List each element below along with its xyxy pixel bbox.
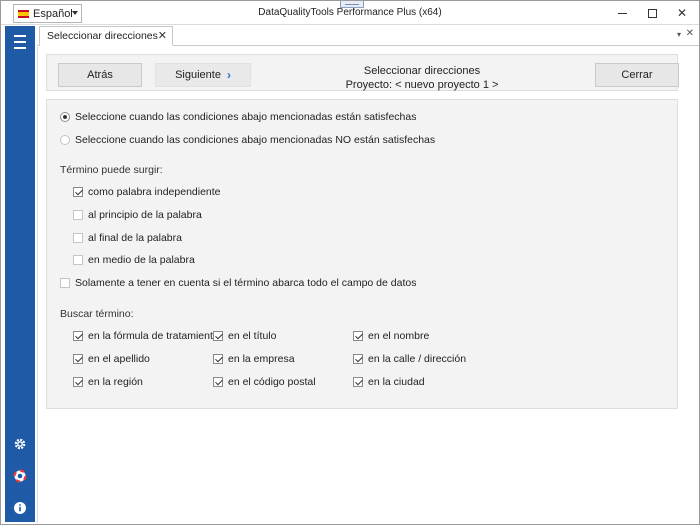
checkbox[interactable]: [73, 354, 83, 364]
radio-label: Seleccione cuando las condiciones abajo …: [75, 111, 417, 123]
checkbox-label: en el apellido: [88, 353, 150, 365]
project-label: Proyecto: < nuevo proyecto 1 >: [345, 79, 499, 91]
close-all-icon[interactable]: ✕: [686, 28, 694, 39]
search-term-label: Buscar término:: [60, 308, 134, 320]
checkbox-city[interactable]: en la ciudad: [353, 376, 425, 388]
checkbox-label: en medio de la palabra: [88, 254, 195, 266]
sidebar: [5, 26, 35, 522]
tab-label: Seleccionar direcciones: [47, 30, 158, 42]
checkbox-whole-field[interactable]: Solamente a tener en cuenta si el términ…: [60, 277, 416, 289]
close-window-button[interactable]: ✕: [667, 3, 697, 23]
checkbox-label: en el título: [228, 330, 277, 342]
options-panel: Seleccione cuando las condiciones abajo …: [46, 99, 678, 409]
maximize-icon: [647, 8, 657, 18]
checkbox[interactable]: [73, 187, 83, 197]
tab-seleccionar-direcciones[interactable]: Seleccionar direcciones ✕: [39, 26, 173, 46]
header-panel: Atrás Siguiente › Seleccionar direccione…: [46, 54, 679, 92]
checkbox[interactable]: [73, 255, 83, 265]
minimize-icon: [617, 12, 627, 14]
checkbox-label: en el código postal: [228, 376, 316, 388]
checkbox-label: en la región: [88, 376, 143, 388]
checkbox-region[interactable]: en la región: [73, 376, 143, 388]
checkbox-word-middle[interactable]: en medio de la palabra: [73, 254, 195, 266]
back-button[interactable]: Atrás: [58, 63, 142, 87]
close-icon: ✕: [676, 6, 688, 20]
hamburger-icon[interactable]: [12, 34, 28, 50]
checkbox-label: Solamente a tener en cuenta si el términ…: [75, 277, 417, 289]
title-bar: Español DataQualityTools Performance Plu…: [1, 1, 699, 25]
page-title: Seleccionar direcciones Proyecto: < nuev…: [327, 64, 517, 92]
radio-button[interactable]: [60, 135, 70, 145]
checkbox[interactable]: [353, 377, 363, 387]
gear-icon[interactable]: [12, 436, 28, 452]
radio-button[interactable]: [60, 112, 70, 122]
radio-conditions-met[interactable]: Seleccione cuando las condiciones abajo …: [60, 111, 416, 123]
radio-conditions-not-met[interactable]: Seleccione cuando las condiciones abajo …: [60, 134, 435, 146]
checkbox-label: en la calle / dirección: [368, 353, 467, 365]
term-occurs-label: Término puede surgir:: [60, 164, 163, 176]
lifebuoy-icon[interactable]: [12, 468, 28, 484]
checkbox[interactable]: [73, 210, 83, 220]
chevron-right-icon: ›: [226, 68, 231, 82]
checkbox-word-end[interactable]: al final de la palabra: [73, 232, 182, 244]
checkbox[interactable]: [73, 331, 83, 341]
checkbox-label: al principio de la palabra: [88, 209, 202, 221]
checkbox-last-name[interactable]: en el apellido: [73, 353, 150, 365]
checkbox-postal-code[interactable]: en el código postal: [213, 376, 316, 388]
checkbox[interactable]: [353, 331, 363, 341]
minimize-button[interactable]: [607, 3, 637, 23]
checkbox-word-start[interactable]: al principio de la palabra: [73, 209, 202, 221]
window-title: DataQualityTools Performance Plus (x64): [258, 7, 442, 18]
app-window: Español DataQualityTools Performance Plu…: [0, 0, 700, 525]
checkbox-company[interactable]: en la empresa: [213, 353, 295, 365]
checkbox-label: en la fórmula de tratamiento: [88, 330, 219, 342]
close-button[interactable]: Cerrar: [595, 63, 679, 87]
next-button[interactable]: Siguiente ›: [155, 63, 251, 87]
checkbox-label: en la empresa: [228, 353, 295, 365]
checkbox[interactable]: [73, 377, 83, 387]
checkbox-label: como palabra independiente: [88, 186, 221, 198]
checkbox[interactable]: [73, 233, 83, 243]
checkbox[interactable]: [353, 354, 363, 364]
checkbox-street[interactable]: en la calle / dirección: [353, 353, 466, 365]
checkbox[interactable]: [213, 377, 223, 387]
main-content: Atrás Siguiente › Seleccionar direccione…: [37, 47, 699, 523]
checkbox-label: al final de la palabra: [88, 232, 182, 244]
checkbox-independent-word[interactable]: como palabra independiente: [73, 186, 221, 198]
checkbox-first-name[interactable]: en el nombre: [353, 330, 429, 342]
radio-label: Seleccione cuando las condiciones abajo …: [75, 134, 436, 146]
page-title-line1: Seleccionar direcciones: [363, 65, 481, 77]
checkbox-title[interactable]: en el título: [213, 330, 276, 342]
info-icon[interactable]: [12, 500, 28, 516]
checkbox[interactable]: [213, 354, 223, 364]
tab-list-dropdown-icon[interactable]: ▾: [677, 30, 681, 39]
checkbox-salutation[interactable]: en la fórmula de tratamiento: [73, 330, 219, 342]
checkbox[interactable]: [213, 331, 223, 341]
tab-strip: Seleccionar direcciones ✕ ▾ ✕: [37, 26, 699, 46]
checkbox[interactable]: [60, 278, 70, 288]
window-grip-handle[interactable]: [340, 1, 364, 8]
checkbox-label: en el nombre: [368, 330, 430, 342]
checkbox-label: en la ciudad: [368, 376, 425, 388]
maximize-button[interactable]: [637, 3, 667, 23]
next-label: Siguiente: [175, 69, 221, 81]
tab-close-icon[interactable]: ✕: [158, 29, 167, 42]
